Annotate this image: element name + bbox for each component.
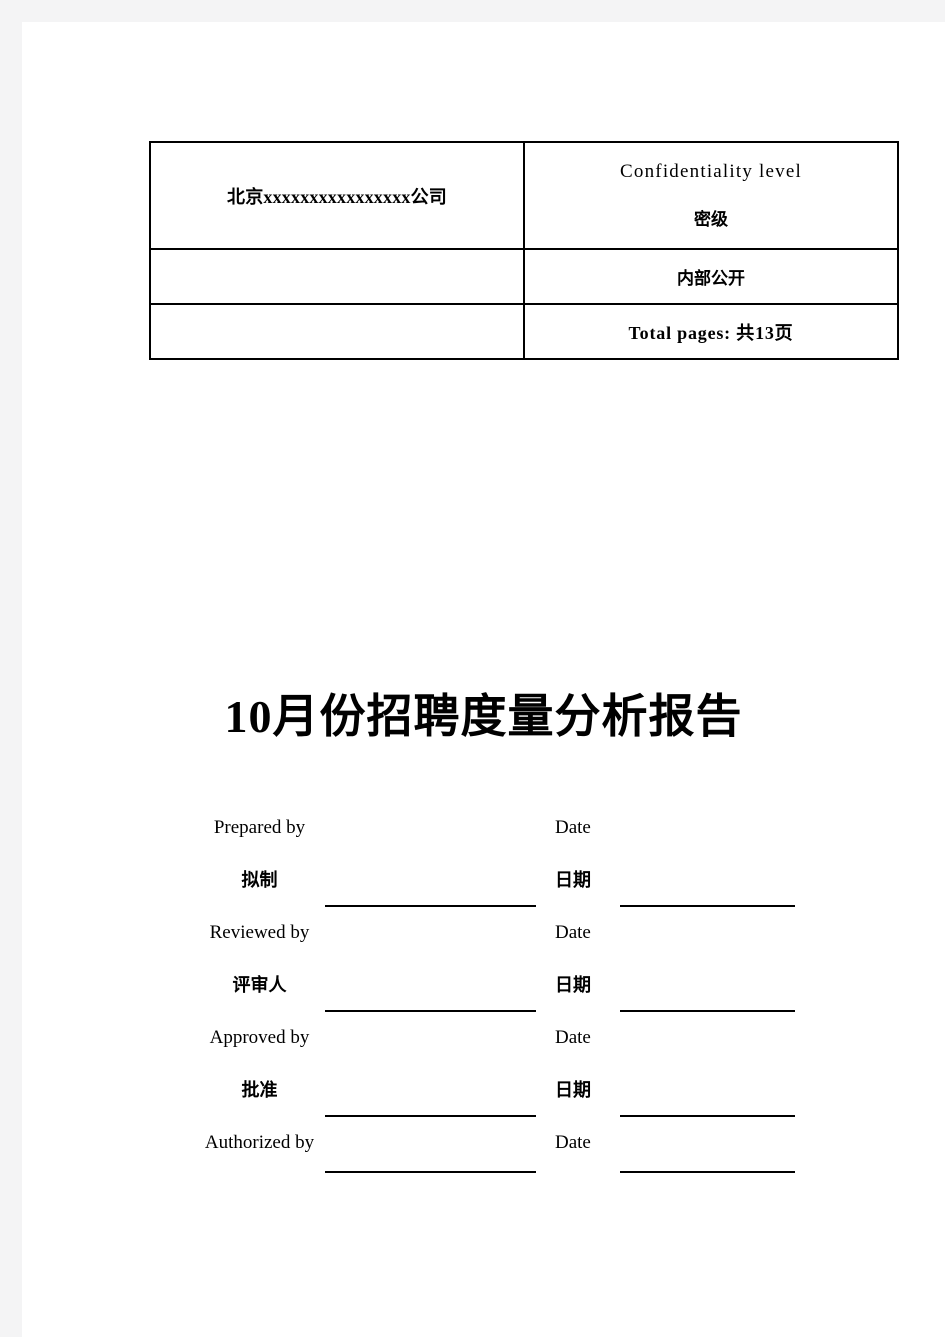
reviewed-by-label-en: Reviewed by [209,922,310,943]
confidentiality-value-text: 内部公开 [677,269,745,288]
signature-group-approved: Approved by Date 批准 日期 [22,1012,945,1117]
authorized-date-label-en: Date [555,1132,591,1153]
total-pages-text: Total pages: 共13页 [628,322,794,343]
company-name-text: 北京xxxxxxxxxxxxxxxx公司 [227,186,447,207]
approved-date-label-en: Date [555,1027,591,1048]
signature-row-cn: 拟制 日期 [22,854,945,906]
signature-group-reviewed: Reviewed by Date 评审人 日期 [22,907,945,1012]
signature-row-en: Reviewed by Date [22,907,945,959]
table-row: Total pages: 共13页 [149,303,899,360]
document-header-table: 北京xxxxxxxxxxxxxxxx公司 Confidentiality lev… [149,141,899,360]
approved-by-label-cn: 批准 [241,1080,278,1100]
approved-by-label-en: Approved by [209,1027,310,1048]
document-page: 北京xxxxxxxxxxxxxxxx公司 Confidentiality lev… [22,22,945,1337]
company-name-cell: 北京xxxxxxxxxxxxxxxx公司 [149,141,525,250]
confidentiality-value-cell: 内部公开 [523,248,899,305]
signature-block: Prepared by Date 拟制 日期 Reviewed by Date … [22,802,945,1173]
prepared-date-label-cn: 日期 [555,870,591,890]
prepared-by-label-en: Prepared by [213,817,306,838]
authorized-by-signature-line[interactable] [325,1171,536,1173]
table-row: 内部公开 [149,248,899,305]
authorized-date-signature-line[interactable] [620,1171,795,1173]
prepared-date-label-en: Date [555,817,591,838]
signature-row-en: Authorized by Date [22,1117,945,1169]
prepared-by-label-cn: 拟制 [241,870,278,890]
confidentiality-level-label-en: Confidentiality level [620,161,802,182]
confidentiality-level-label-cn: 密级 [694,210,728,229]
authorized-by-label-en: Authorized by [204,1132,315,1153]
reviewed-date-label-en: Date [555,922,591,943]
signature-row-en: Approved by Date [22,1012,945,1064]
signature-group-prepared: Prepared by Date 拟制 日期 [22,802,945,907]
approved-date-label-cn: 日期 [555,1080,591,1100]
page-title: 10月份招聘度量分析报告 [224,691,743,742]
signature-row-en: Prepared by Date [22,802,945,854]
signature-group-authorized: Authorized by Date [22,1117,945,1173]
signature-row-cn: 评审人 日期 [22,959,945,1011]
signature-row-cn: 批准 日期 [22,1064,945,1116]
empty-cell-left-2 [149,303,525,360]
confidentiality-level-cell: Confidentiality level 密级 [523,141,899,250]
reviewed-by-label-cn: 评审人 [232,975,287,995]
table-row: 北京xxxxxxxxxxxxxxxx公司 Confidentiality lev… [149,141,899,250]
empty-cell-left-1 [149,248,525,305]
reviewed-date-label-cn: 日期 [555,975,591,995]
total-pages-cell: Total pages: 共13页 [523,303,899,360]
